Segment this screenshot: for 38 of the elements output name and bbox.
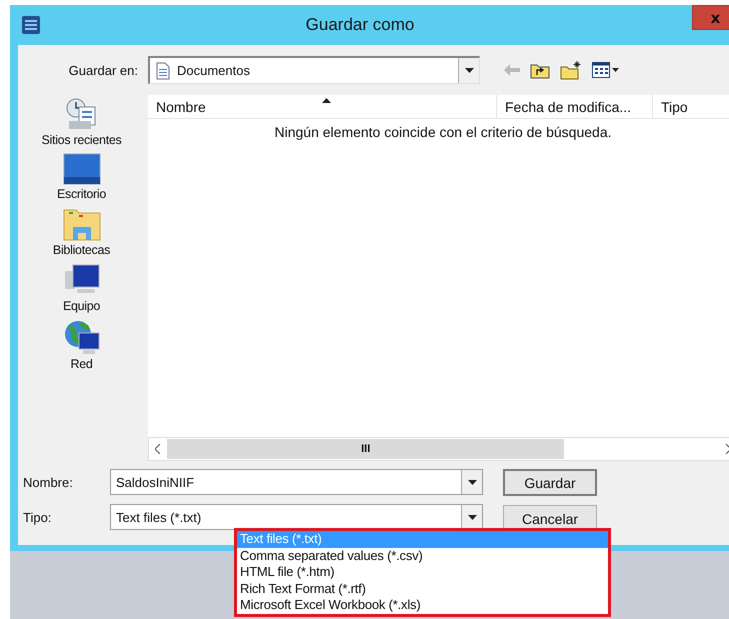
places-item[interactable]: Red <box>62 319 100 371</box>
save-in-label: Guardar en: <box>68 62 138 78</box>
view-menu-icon[interactable] <box>592 62 620 78</box>
places-item[interactable]: Bibliotecas <box>52 207 110 257</box>
file-type-option[interactable]: Comma separated values (*.csv) <box>237 548 608 564</box>
scroll-left-icon[interactable] <box>155 444 161 454</box>
filename-label: Nombre: <box>22 474 74 490</box>
recent-places-icon <box>64 97 98 131</box>
up-folder-icon[interactable] <box>530 62 550 78</box>
new-folder-icon[interactable] <box>560 60 582 80</box>
dropdown-arrow-icon <box>468 514 476 520</box>
app-icon <box>22 16 40 34</box>
file-type-option[interactable]: Microsoft Excel Workbook (*.xls) <box>237 597 608 614</box>
column-header[interactable]: Tipo <box>653 95 729 118</box>
column-header[interactable]: Fecha de modifica... <box>497 95 653 118</box>
places-item[interactable]: Escritorio <box>56 153 106 201</box>
file-type-dropdown[interactable]: Text files (*.txt) <box>110 504 483 530</box>
desktop-icon <box>62 153 100 185</box>
file-type-option[interactable]: Rich Text Format (*.rtf) <box>237 580 608 597</box>
close-button[interactable]: x <box>692 5 729 30</box>
network-icon <box>62 319 100 355</box>
empty-message: Ningún elemento coincide con el criterio de búsqueda. <box>274 124 612 140</box>
sort-arrow-icon <box>322 98 331 103</box>
horizontal-scrollbar[interactable]: III <box>148 437 729 461</box>
file-type-option[interactable]: HTML file (*.htm) <box>237 564 608 580</box>
column-header[interactable]: Nombre <box>148 95 497 118</box>
window-title: Guardar como <box>306 15 414 34</box>
file-type-label: Tipo: <box>22 510 52 524</box>
document-icon <box>155 62 171 80</box>
filename-field[interactable]: SaldosIniNIIF <box>110 469 483 495</box>
save-in-dropdown[interactable]: Documentos <box>148 56 480 84</box>
dropdown-arrow-icon <box>468 480 476 484</box>
places-item[interactable]: Equipo <box>62 263 100 313</box>
save-button[interactable]: Guardar <box>503 469 597 496</box>
dropdown-arrow-icon <box>464 68 474 73</box>
library-folder-icon <box>62 207 100 241</box>
places-item[interactable]: Sitios recientes <box>42 97 122 147</box>
scroll-grip: III <box>361 443 370 455</box>
